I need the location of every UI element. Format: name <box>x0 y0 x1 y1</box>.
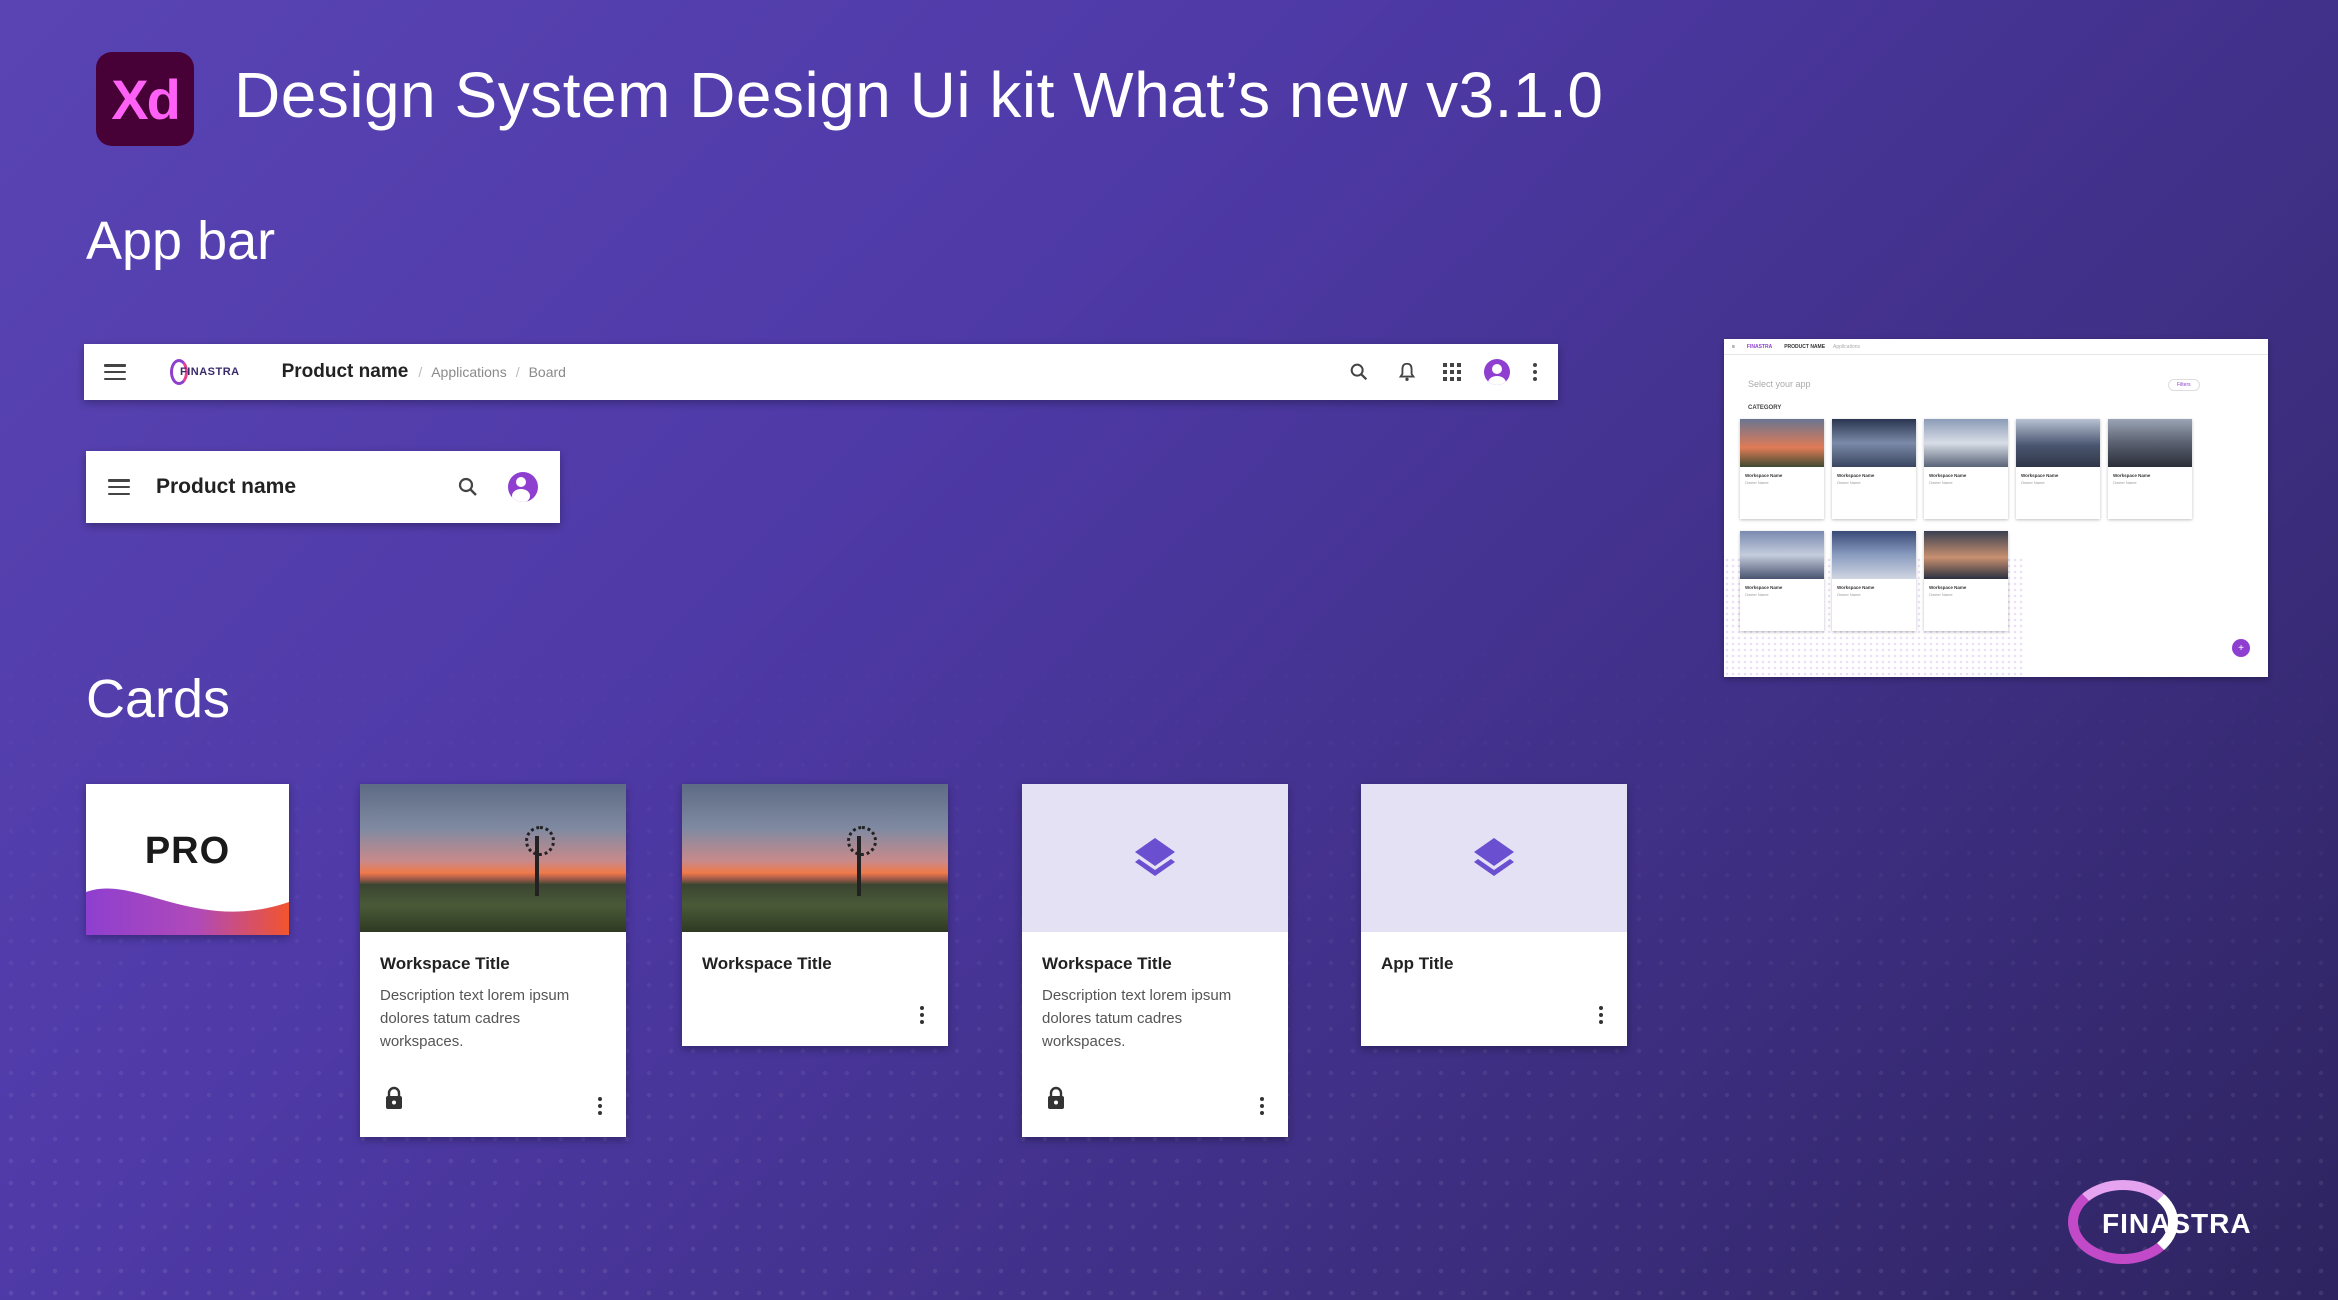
card-subtitle: Owner Name <box>1745 592 1769 597</box>
layers-icon <box>1135 838 1175 876</box>
preview-workspace-card[interactable]: Workspace Name Owner Name <box>1740 419 1824 519</box>
bell-icon[interactable] <box>1396 361 1418 383</box>
card-title: Workspace Title <box>702 954 832 973</box>
workspace-card[interactable]: Workspace Title Description text lorem i… <box>360 784 626 1137</box>
brand-label: FINASTRA <box>180 366 240 378</box>
workspace-card[interactable]: Workspace Title <box>682 784 948 1046</box>
card-title: Workspace Name <box>1745 473 1783 478</box>
card-photo <box>682 784 948 932</box>
preview-workspace-card[interactable]: Workspace Name Owner Name <box>2016 419 2100 519</box>
card-media-placeholder <box>1361 784 1627 932</box>
card-title: Workspace Name <box>1929 585 1967 590</box>
product-name[interactable]: Product name <box>156 475 296 499</box>
card-title: Workspace Title <box>1042 954 1172 973</box>
workspace-card[interactable]: Workspace Title Description text lorem i… <box>1022 784 1288 1137</box>
preview-workspace-card[interactable]: Workspace Name Owner Name <box>1924 419 2008 519</box>
more-vert-icon[interactable] <box>920 1006 924 1024</box>
card-title: Workspace Name <box>1837 585 1875 590</box>
preview-product-name: PRODUCT NAME <box>1784 343 1826 350</box>
menu-icon[interactable] <box>108 479 130 495</box>
app-card[interactable]: App Title <box>1361 784 1627 1046</box>
section-title-app-bar: App bar <box>86 211 276 271</box>
breadcrumb-separator: / <box>418 364 423 380</box>
preview-brand: FINASTRA <box>1746 343 1773 350</box>
preview-workspace-card[interactable]: Workspace Name Owner Name <box>1924 531 2008 631</box>
card-title: App Title <box>1381 954 1454 973</box>
xd-logo-text: Xd <box>111 67 181 131</box>
breadcrumb-applications[interactable]: Applications <box>431 364 507 380</box>
layers-icon <box>1474 838 1514 876</box>
finastra-logo: FINASTRA <box>2068 1180 2251 1264</box>
preview-category-label: CATEGORY <box>1748 405 1782 411</box>
adobe-xd-logo: Xd <box>96 52 194 146</box>
card-subtitle: Owner Name <box>1745 480 1769 485</box>
card-description: Description text lorem ipsum dolores tat… <box>1042 987 1232 1050</box>
preview-workspace-card[interactable]: Workspace Name Owner Name <box>1832 419 1916 519</box>
preview-add-fab[interactable]: + <box>2232 639 2250 657</box>
search-icon[interactable] <box>456 475 480 499</box>
card-title: Workspace Title <box>380 954 510 973</box>
breadcrumb-board[interactable]: Board <box>529 364 566 380</box>
pro-label: PRO <box>144 830 231 872</box>
pro-card[interactable]: PRO <box>86 784 289 935</box>
card-title: Workspace Name <box>2113 473 2151 478</box>
section-title-cards: Cards <box>86 669 231 729</box>
card-description: Description text lorem ipsum dolores tat… <box>380 987 570 1050</box>
menu-icon[interactable] <box>104 364 126 380</box>
card-title: Workspace Name <box>1745 585 1783 590</box>
breadcrumb-separator: / <box>515 364 520 380</box>
app-bar-large: FINASTRA Product name / Applications / B… <box>84 344 1558 400</box>
preview-app-bar: ≡ FINASTRA PRODUCT NAME Applications <box>1724 339 2268 355</box>
app-bar-compact: Product name <box>86 451 560 523</box>
finastra-wordmark: FINASTRA <box>2102 1208 2252 1239</box>
menu-icon[interactable]: ≡ <box>1732 344 1735 350</box>
more-vert-icon[interactable] <box>1532 362 1538 382</box>
card-subtitle: Owner Name <box>1837 592 1861 597</box>
preview-workspace-card[interactable]: Workspace Name Owner Name <box>1740 531 1824 631</box>
lock-icon[interactable] <box>384 1086 404 1115</box>
card-subtitle: Owner Name <box>2021 480 2045 485</box>
more-vert-icon[interactable] <box>1599 1006 1603 1024</box>
card-title: Workspace Name <box>1929 473 1967 478</box>
card-media-placeholder <box>1022 784 1288 932</box>
more-vert-icon[interactable] <box>598 1097 602 1115</box>
preview-workspace-card[interactable]: Workspace Name Owner Name <box>1832 531 1916 631</box>
account-icon[interactable] <box>1484 359 1510 385</box>
account-icon[interactable] <box>508 472 538 502</box>
preview-breadcrumb: Applications <box>1833 343 1861 350</box>
card-title: Workspace Name <box>2021 473 2059 478</box>
card-subtitle: Owner Name <box>1929 592 1953 597</box>
preview-workspace-card[interactable]: Workspace Name Owner Name <box>2108 419 2192 519</box>
card-subtitle: Owner Name <box>1837 480 1861 485</box>
lock-icon[interactable] <box>1046 1086 1066 1115</box>
card-photo <box>360 784 626 932</box>
card-title: Workspace Name <box>1837 473 1875 478</box>
search-icon[interactable] <box>1348 361 1370 383</box>
finastra-logo[interactable]: FINASTRA <box>170 359 240 385</box>
preview-select-label: Select your app <box>1748 379 1811 389</box>
app-launcher-preview: ≡ FINASTRA PRODUCT NAME Applications Sel… <box>1724 339 2268 677</box>
page-title: Design System Design Ui kit What’s new v… <box>234 59 1604 131</box>
preview-filters-button[interactable]: Filters <box>2168 379 2200 391</box>
card-subtitle: Owner Name <box>1929 480 1953 485</box>
product-name[interactable]: Product name <box>282 361 409 383</box>
more-vert-icon[interactable] <box>1260 1097 1264 1115</box>
card-subtitle: Owner Name <box>2113 480 2137 485</box>
apps-grid-icon[interactable] <box>1442 362 1462 382</box>
windmill-image <box>847 826 877 896</box>
windmill-image <box>525 826 555 896</box>
